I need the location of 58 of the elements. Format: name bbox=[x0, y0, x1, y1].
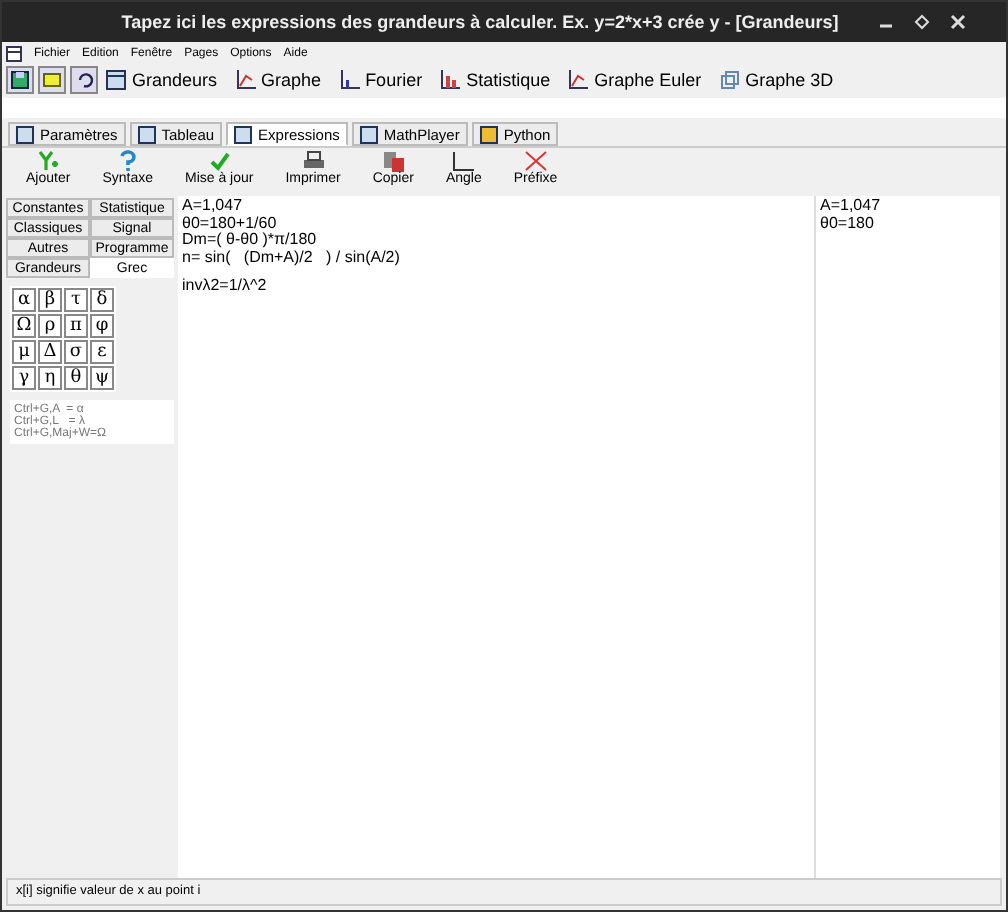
greek-key[interactable]: η bbox=[38, 366, 62, 390]
expression-line: n= sin( (Dm+A)/2 ) / sin(A/2) bbox=[182, 249, 402, 266]
close-icon[interactable] bbox=[950, 14, 967, 30]
greek-key[interactable]: τ bbox=[64, 288, 88, 312]
greek-key[interactable]: β bbox=[38, 288, 62, 312]
result-line: θ0=180 bbox=[820, 215, 876, 232]
bar-chart-icon bbox=[440, 70, 461, 90]
greek-key[interactable]: ρ bbox=[38, 314, 62, 338]
toolbar-button[interactable]: Fourier bbox=[335, 70, 433, 90]
greek-key[interactable]: ε bbox=[90, 340, 114, 364]
result-line: A=1,047 bbox=[820, 198, 883, 215]
table-icon bbox=[106, 70, 126, 90]
help-icon bbox=[115, 150, 140, 172]
toolbar-button[interactable]: Graphe bbox=[231, 70, 332, 90]
greek-key[interactable]: μ bbox=[12, 340, 36, 364]
greek-key[interactable]: Δ bbox=[38, 340, 62, 364]
folder-icon bbox=[42, 70, 62, 90]
greek-key[interactable]: σ bbox=[64, 340, 88, 364]
greek-key[interactable]: Ω bbox=[12, 314, 36, 338]
toolbar-button[interactable]: Graphe Euler bbox=[564, 70, 712, 90]
cube-icon bbox=[719, 70, 740, 90]
printer-icon bbox=[301, 150, 326, 172]
undo-button[interactable] bbox=[70, 66, 98, 94]
expression-line: θ0=180+1/60 bbox=[182, 215, 279, 232]
add-icon bbox=[36, 150, 61, 172]
greek-key[interactable]: ψ bbox=[90, 366, 114, 390]
window-title: Tapez ici les expressions des grandeurs à calculer. Ex. y=2*x+3 crée y - [Grandeurs] bbox=[121, 12, 839, 32]
toolbar-button[interactable]: Grandeurs bbox=[102, 70, 228, 90]
checkmark-icon bbox=[207, 150, 232, 172]
undo-icon bbox=[74, 70, 94, 90]
cross-icon bbox=[523, 150, 548, 172]
window-icon bbox=[234, 125, 253, 143]
window-icon bbox=[137, 125, 156, 143]
greek-key[interactable]: φ bbox=[90, 314, 114, 338]
line-chart-icon bbox=[568, 70, 589, 90]
window-icon bbox=[16, 125, 34, 143]
bar-chart-icon bbox=[339, 70, 360, 90]
expression-line: A=1,047 bbox=[182, 198, 245, 215]
greek-key[interactable]: δ bbox=[90, 288, 114, 312]
expression-line: invλ2=1/λ^2 bbox=[182, 278, 269, 295]
line-chart-icon bbox=[235, 70, 256, 90]
open-button[interactable] bbox=[38, 66, 66, 94]
save-button[interactable] bbox=[6, 66, 34, 94]
toolbar-button[interactable]: Graphe 3D bbox=[715, 70, 844, 90]
expression-line: Dm=( θ-θ0 )*π/180 bbox=[182, 232, 319, 249]
app-icon bbox=[6, 46, 22, 62]
expression-editor[interactable]: A=1,047 θ0=180+1/60 Dm=( θ-θ0 )*π/180 n= sin( (Dm+A)/2 ) / sin(A/2) invλ2=1/λ^2 bbox=[178, 196, 814, 878]
greek-key[interactable]: π bbox=[64, 314, 88, 338]
python-icon bbox=[479, 125, 498, 143]
maximize-icon[interactable] bbox=[914, 14, 931, 30]
greek-key[interactable]: α bbox=[12, 288, 36, 312]
greek-key[interactable]: γ bbox=[12, 366, 36, 390]
greek-key[interactable]: θ bbox=[64, 366, 88, 390]
copy-icon bbox=[381, 150, 406, 172]
angle-icon bbox=[451, 150, 476, 172]
floppy-icon bbox=[10, 70, 30, 90]
toolbar-button[interactable]: Statistique bbox=[436, 70, 561, 90]
window-icon bbox=[359, 125, 378, 143]
